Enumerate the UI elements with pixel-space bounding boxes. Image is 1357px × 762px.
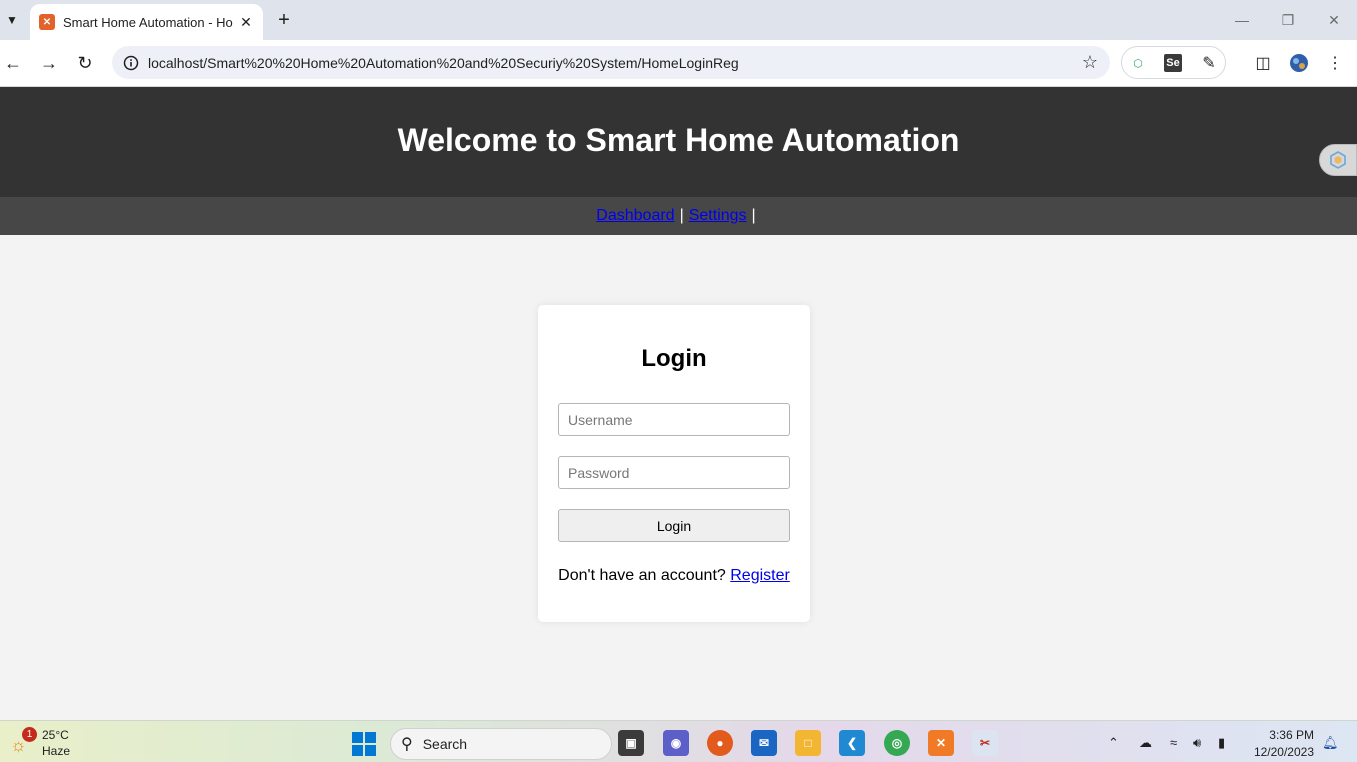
side-panel-icon[interactable]: ◫ (1253, 53, 1273, 73)
address-bar[interactable]: localhost/Smart%20%20Home%20Automation%2… (112, 46, 1110, 79)
wifi-icon[interactable]: ≈ (1170, 735, 1177, 750)
nav-separator: | (679, 207, 684, 224)
browser-tab-active[interactable]: ✕ Smart Home Automation - Home ✕ (30, 4, 263, 40)
file-explorer-icon[interactable]: □ (795, 730, 821, 756)
extension-hexagon-icon[interactable]: ⬡ (1129, 54, 1147, 72)
notification-bell-icon[interactable]: 🔔︎ (1322, 735, 1339, 751)
tray-chevron-up-icon[interactable]: ⌃ (1108, 735, 1119, 751)
browser-menu-icon[interactable]: ⋮ (1325, 53, 1345, 73)
snipping-tool-icon[interactable]: ✂ (972, 730, 998, 756)
register-prompt: Don't have an account? Register (538, 567, 810, 585)
floating-extension-widget-icon[interactable] (1319, 144, 1357, 176)
selenium-extension-icon[interactable]: Se (1164, 54, 1182, 72)
back-arrow-icon[interactable]: ← (0, 50, 26, 76)
web-page: Welcome to Smart Home Automation Dashboa… (0, 87, 1357, 720)
tab-search-chevron-icon[interactable]: ▼ (0, 8, 24, 32)
tab-title: Smart Home Automation - Home (63, 14, 233, 30)
volume-icon[interactable]: 🔊︎ (1193, 735, 1201, 751)
weather-temperature: 25°C (42, 728, 69, 742)
login-card: Login Login Don't have an account? Regis… (538, 305, 810, 622)
bookmark-star-icon[interactable]: ☆ (1082, 52, 1098, 73)
browser-toolbar: ← → ↻ localhost/Smart%20%20Home%20Automa… (0, 40, 1357, 87)
nav-separator: | (751, 207, 756, 224)
page-title: Welcome to Smart Home Automation (397, 121, 960, 158)
url-text: localhost/Smart%20%20Home%20Automation%2… (148, 54, 739, 71)
extensions-puzzle-icon[interactable]: ✎ (1200, 54, 1218, 72)
restore-icon[interactable]: ❐ (1274, 6, 1302, 34)
notification-badge: 1 (22, 727, 37, 742)
mail-icon[interactable]: ✉ (751, 730, 777, 756)
register-prompt-text: Don't have an account? (558, 567, 726, 584)
new-tab-button[interactable]: + (272, 8, 296, 32)
start-windows-icon[interactable] (352, 732, 376, 756)
taskbar: ☼ 1 25°C Haze ⚲ Search ▣ ◉ ● ✉ □ ❮ ◎ ✕ ✂… (0, 720, 1357, 762)
taskbar-search[interactable]: ⚲ Search (390, 728, 612, 760)
firefox-icon[interactable]: ● (707, 730, 733, 756)
reload-icon[interactable]: ↻ (72, 50, 98, 76)
site-info-icon[interactable] (116, 48, 146, 78)
clock-time[interactable]: 3:36 PM (1262, 728, 1314, 742)
site-header: Welcome to Smart Home Automation (0, 87, 1357, 197)
nav-link-dashboard[interactable]: Dashboard (596, 207, 674, 225)
chrome-icon[interactable]: ◎ (884, 730, 910, 756)
close-window-icon[interactable]: ✕ (1320, 6, 1348, 34)
weather-condition: Haze (42, 744, 71, 758)
password-input[interactable] (558, 456, 790, 489)
profile-avatar[interactable] (1289, 53, 1309, 73)
tab-close-icon[interactable]: ✕ (237, 13, 255, 31)
xampp-icon[interactable]: ✕ (928, 730, 954, 756)
login-heading: Login (641, 345, 707, 372)
browser-tabstrip: ▼ ✕ Smart Home Automation - Home ✕ + — ❐… (0, 0, 1357, 40)
minimize-icon[interactable]: — (1228, 6, 1256, 34)
onedrive-cloud-icon[interactable]: ☁ (1139, 735, 1152, 751)
weather-widget[interactable]: ☼ 1 25°C Haze (8, 727, 88, 759)
search-label: Search (422, 736, 468, 752)
clock-date[interactable]: 12/20/2023 (1250, 745, 1314, 759)
nav-link-settings[interactable]: Settings (689, 207, 747, 225)
login-button[interactable]: Login (558, 509, 790, 542)
task-view-icon[interactable]: ▣ (618, 730, 644, 756)
xampp-favicon-icon: ✕ (39, 14, 55, 30)
register-link[interactable]: Register (730, 567, 790, 584)
site-navbar: Dashboard | Settings | (0, 197, 1357, 235)
extensions-group: ⬡ Se ✎ (1121, 46, 1226, 79)
username-input[interactable] (558, 403, 790, 436)
search-icon: ⚲ (401, 736, 413, 753)
battery-icon[interactable]: ▮ (1218, 735, 1225, 751)
vscode-icon[interactable]: ❮ (839, 730, 865, 756)
teams-chat-icon[interactable]: ◉ (663, 730, 689, 756)
forward-arrow-icon[interactable]: → (36, 50, 62, 76)
